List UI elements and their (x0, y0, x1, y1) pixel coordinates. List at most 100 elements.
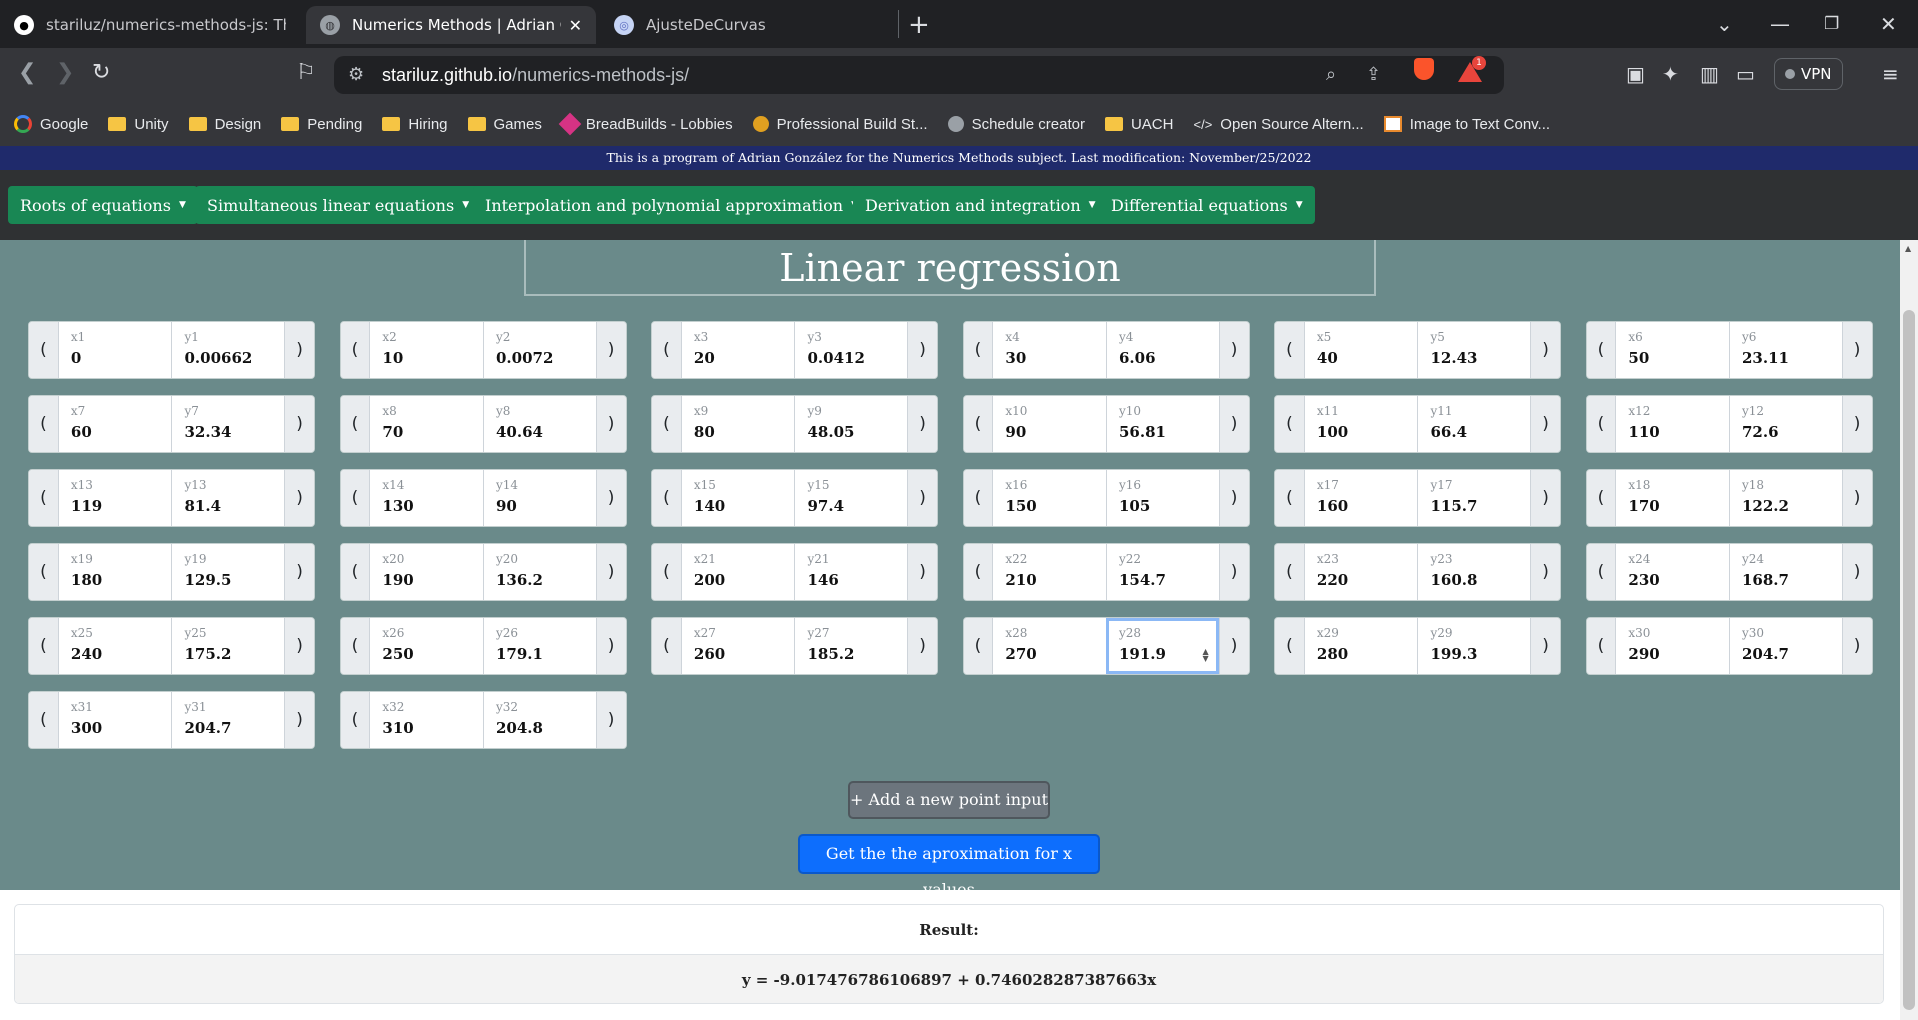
brave-shield-icon[interactable] (1414, 58, 1434, 80)
x-input[interactable]: x10 90 (993, 396, 1106, 452)
x-input[interactable]: x18 170 (1616, 470, 1729, 526)
x-input[interactable]: x4 30 (993, 322, 1106, 378)
y-input[interactable]: y16 105 (1105, 470, 1219, 526)
x-input[interactable]: x30 290 (1616, 618, 1729, 674)
y-input[interactable]: y32 204.8 (482, 692, 596, 748)
y-input[interactable]: y31 204.7 (171, 692, 285, 748)
menu-interpolation[interactable]: Interpolation and polynomial approximati… (473, 186, 871, 224)
x-input[interactable]: x22 210 (993, 544, 1106, 600)
minimize-icon[interactable]: — (1770, 12, 1790, 36)
bookmark-professional-build[interactable]: Professional Build St... (752, 116, 928, 133)
x-input[interactable]: x15 140 (681, 470, 795, 526)
x-input[interactable]: x23 220 (1304, 544, 1418, 600)
y-input[interactable]: y30 204.7 (1728, 618, 1842, 674)
y-input[interactable]: y12 72.6 (1728, 396, 1842, 452)
page-scrollbar[interactable]: ▲ (1900, 240, 1918, 1020)
x-input[interactable]: x28 270 (993, 618, 1106, 674)
window-close-icon[interactable]: ✕ (1880, 12, 1897, 36)
x-input[interactable]: x26 250 (370, 618, 483, 674)
x-input[interactable]: x32 310 (370, 692, 483, 748)
bookmark-unity[interactable]: Unity (108, 116, 169, 133)
bookmark-pending[interactable]: Pending (281, 116, 362, 133)
y-input[interactable]: y8 40.64 (482, 396, 596, 452)
y-input[interactable]: y21 146 (794, 544, 908, 600)
share-icon[interactable]: ⇪ (1366, 64, 1381, 85)
y-input[interactable]: y28 191.9 ▲ ▼ (1105, 618, 1219, 674)
bookmark-hiring[interactable]: Hiring (382, 116, 448, 133)
bookmark-design[interactable]: Design (188, 116, 261, 133)
tab-numerics-methods[interactable]: ◍ Numerics Methods | Adrian Go ✕ (306, 6, 596, 44)
tab-github[interactable]: ● stariluz/numerics-methods-js: Thesc (0, 6, 300, 44)
y-input[interactable]: y11 66.4 (1417, 396, 1531, 452)
y-input[interactable]: y9 48.05 (794, 396, 908, 452)
y-input[interactable]: y25 175.2 (171, 618, 285, 674)
x-input[interactable]: x9 80 (681, 396, 795, 452)
x-input[interactable]: x1 0 (58, 322, 172, 378)
number-spinner-icon[interactable]: ▲ ▼ (1202, 648, 1208, 663)
x-input[interactable]: x13 119 (58, 470, 172, 526)
y-input[interactable]: y15 97.4 (794, 470, 908, 526)
x-input[interactable]: x20 190 (370, 544, 483, 600)
extensions-icon[interactable]: ✦ (1662, 62, 1679, 86)
y-input[interactable]: y4 6.06 (1105, 322, 1219, 378)
sidebar-icon[interactable]: ▥ (1700, 62, 1719, 86)
tab-ajuste-de-curvas[interactable]: ◎ AjusteDeCurvas (600, 6, 890, 44)
x-input[interactable]: x17 160 (1304, 470, 1418, 526)
y-input[interactable]: y27 185.2 (794, 618, 908, 674)
y-input[interactable]: y18 122.2 (1728, 470, 1842, 526)
site-info-icon[interactable]: ⚙ (348, 64, 364, 85)
y-input[interactable]: y29 199.3 (1417, 618, 1531, 674)
y-input[interactable]: y26 179.1 (482, 618, 596, 674)
bookmark-schedule-creator[interactable]: Schedule creator (947, 116, 1085, 133)
y-input[interactable]: y7 32.34 (171, 396, 285, 452)
scrollbar-thumb[interactable] (1903, 310, 1915, 1010)
restore-icon[interactable]: ❐ (1824, 14, 1839, 34)
x-input[interactable]: x16 150 (993, 470, 1106, 526)
x-input[interactable]: x5 40 (1304, 322, 1418, 378)
menu-simultaneous-linear-equations[interactable]: Simultaneous linear equations ▼ (195, 186, 482, 224)
get-approximation-button[interactable]: Get the the aproximation for x values (798, 834, 1100, 899)
y-input[interactable]: y24 168.7 (1728, 544, 1842, 600)
add-point-button[interactable]: + Add a new point input (848, 781, 1050, 819)
tab-search-icon[interactable]: ⌄ (1716, 12, 1733, 36)
x-input[interactable]: x7 60 (58, 396, 172, 452)
x-input[interactable]: x21 200 (681, 544, 795, 600)
bookmark-uach[interactable]: UACH (1104, 116, 1173, 133)
x-input[interactable]: x29 280 (1304, 618, 1418, 674)
bookmark-icon[interactable]: ⚐ (296, 60, 316, 85)
y-input[interactable]: y10 56.81 (1105, 396, 1219, 452)
bookmark-google[interactable]: Google (14, 115, 88, 133)
bookmark-image-to-text[interactable]: Image to Text Conv... (1383, 116, 1550, 133)
wallet-icon[interactable]: ▭ (1736, 62, 1755, 86)
x-input[interactable]: x11 100 (1304, 396, 1418, 452)
y-input[interactable]: y2 0.0072 (482, 322, 596, 378)
y-input[interactable]: y1 0.00662 (171, 322, 285, 378)
y-input[interactable]: y14 90 (482, 470, 596, 526)
vpn-button[interactable]: VPN (1774, 58, 1843, 90)
x-input[interactable]: x31 300 (58, 692, 172, 748)
menu-roots-of-equations[interactable]: Roots of equations ▼ (8, 186, 198, 224)
menu-derivation-integration[interactable]: Derivation and integration ▼ (853, 186, 1108, 224)
x-input[interactable]: x8 70 (370, 396, 483, 452)
y-input[interactable]: y22 154.7 (1105, 544, 1219, 600)
zoom-icon[interactable]: ⌕ (1326, 64, 1336, 85)
menu-differential-equations[interactable]: Differential equations ▼ (1099, 186, 1315, 224)
x-input[interactable]: x24 230 (1616, 544, 1729, 600)
menu-icon[interactable]: ≡ (1882, 62, 1899, 86)
reload-icon[interactable]: ↻ (92, 60, 110, 85)
x-input[interactable]: x6 50 (1616, 322, 1729, 378)
y-input[interactable]: y20 136.2 (482, 544, 596, 600)
new-tab-button[interactable]: + (908, 10, 930, 40)
address-bar[interactable]: ⚙ stariluz.github.io/numerics-methods-js… (334, 56, 1504, 94)
y-input[interactable]: y17 115.7 (1417, 470, 1531, 526)
x-input[interactable]: x25 240 (58, 618, 172, 674)
scroll-up-icon[interactable]: ▲ (1905, 244, 1911, 253)
x-input[interactable]: x12 110 (1616, 396, 1729, 452)
y-input[interactable]: y13 81.4 (171, 470, 285, 526)
bookmark-games[interactable]: Games (467, 116, 542, 133)
bookmark-open-source[interactable]: </> Open Source Altern... (1193, 116, 1363, 133)
back-icon[interactable]: ❮ (18, 60, 36, 85)
y-input[interactable]: y19 129.5 (171, 544, 285, 600)
y-input[interactable]: y23 160.8 (1417, 544, 1531, 600)
x-input[interactable]: x2 10 (370, 322, 483, 378)
